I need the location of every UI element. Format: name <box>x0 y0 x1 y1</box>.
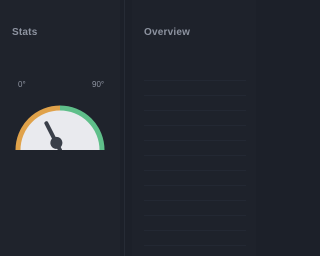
table-row[interactable] <box>144 231 246 246</box>
left-panel-title: Stats <box>12 27 38 38</box>
stat-row <box>12 218 108 234</box>
table-row[interactable] <box>144 171 246 186</box>
stat-row <box>12 202 108 218</box>
table-row[interactable] <box>144 81 246 96</box>
stat-row <box>12 234 108 250</box>
table-row[interactable] <box>144 216 246 231</box>
right-panel: Overview <box>132 0 256 256</box>
left-panel: Stats 0° 90° <box>0 0 120 256</box>
table-row[interactable] <box>144 126 246 141</box>
table-row[interactable] <box>144 66 246 81</box>
table-row[interactable] <box>144 201 246 216</box>
right-panel-title: Overview <box>144 27 191 38</box>
table-row[interactable] <box>144 96 246 111</box>
table-row[interactable] <box>144 186 246 201</box>
table-row[interactable] <box>144 156 246 171</box>
stat-row <box>12 170 108 186</box>
left-stats-list <box>12 170 108 250</box>
panel-divider <box>124 0 125 256</box>
gauge-graphic <box>14 105 106 156</box>
overview-table <box>144 66 246 246</box>
gauge-min-label: 0° <box>18 80 26 89</box>
table-row[interactable] <box>144 111 246 126</box>
table-row[interactable] <box>144 141 246 156</box>
gauge <box>12 90 108 156</box>
gauge-max-label: 90° <box>92 80 105 89</box>
stat-row <box>12 186 108 202</box>
